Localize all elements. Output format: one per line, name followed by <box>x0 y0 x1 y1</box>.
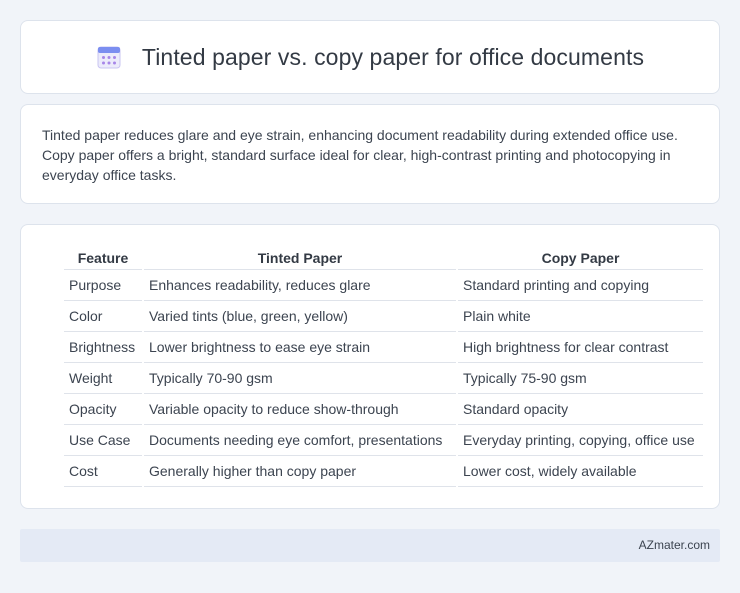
copy-cell: Plain white <box>458 301 703 332</box>
tinted-cell: Varied tints (blue, green, yellow) <box>144 301 456 332</box>
table-row: Purpose Enhances readability, reduces gl… <box>64 270 703 301</box>
tinted-cell: Variable opacity to reduce show-through <box>144 394 456 425</box>
copy-cell: Standard printing and copying <box>458 270 703 301</box>
header-copy-paper: Copy Paper <box>458 245 703 270</box>
tinted-cell: Typically 70-90 gsm <box>144 363 456 394</box>
table-row: Cost Generally higher than copy paper Lo… <box>64 456 703 487</box>
summary-text: Tinted paper reduces glare and eye strai… <box>42 127 678 183</box>
comparison-table: Feature Tinted Paper Copy Paper Purpose … <box>62 245 705 487</box>
footer-bar: AZmater.com <box>20 529 720 562</box>
feature-cell: Opacity <box>64 394 142 425</box>
tinted-cell: Generally higher than copy paper <box>144 456 456 487</box>
copy-cell: Typically 75-90 gsm <box>458 363 703 394</box>
feature-cell: Purpose <box>64 270 142 301</box>
table-row: Use Case Documents needing eye comfort, … <box>64 425 703 456</box>
page-title: Tinted paper vs. copy paper for office d… <box>141 43 645 70</box>
calendar-icon <box>96 44 122 70</box>
header-tinted-paper: Tinted Paper <box>144 245 456 270</box>
feature-cell: Color <box>64 301 142 332</box>
table-row: Brightness Lower brightness to ease eye … <box>64 332 703 363</box>
table-row: Opacity Variable opacity to reduce show-… <box>64 394 703 425</box>
table-header-row: Feature Tinted Paper Copy Paper <box>64 245 703 270</box>
tinted-cell: Lower brightness to ease eye strain <box>144 332 456 363</box>
feature-cell: Use Case <box>64 425 142 456</box>
summary-card: Tinted paper reduces glare and eye strai… <box>20 104 720 204</box>
copy-cell: High brightness for clear contrast <box>458 332 703 363</box>
page: Tinted paper vs. copy paper for office d… <box>0 0 740 593</box>
title-card: Tinted paper vs. copy paper for office d… <box>20 20 720 94</box>
comparison-table-card: Feature Tinted Paper Copy Paper Purpose … <box>20 224 720 509</box>
header-feature: Feature <box>64 245 142 270</box>
table-row: Weight Typically 70-90 gsm Typically 75-… <box>64 363 703 394</box>
copy-cell: Lower cost, widely available <box>458 456 703 487</box>
copy-cell: Standard opacity <box>458 394 703 425</box>
table-row: Color Varied tints (blue, green, yellow)… <box>64 301 703 332</box>
tinted-cell: Enhances readability, reduces glare <box>144 270 456 301</box>
feature-cell: Cost <box>64 456 142 487</box>
footer-brand-link[interactable]: AZmater.com <box>639 538 710 552</box>
feature-cell: Weight <box>64 363 142 394</box>
feature-cell: Brightness <box>64 332 142 363</box>
tinted-cell: Documents needing eye comfort, presentat… <box>144 425 456 456</box>
copy-cell: Everyday printing, copying, office use <box>458 425 703 456</box>
